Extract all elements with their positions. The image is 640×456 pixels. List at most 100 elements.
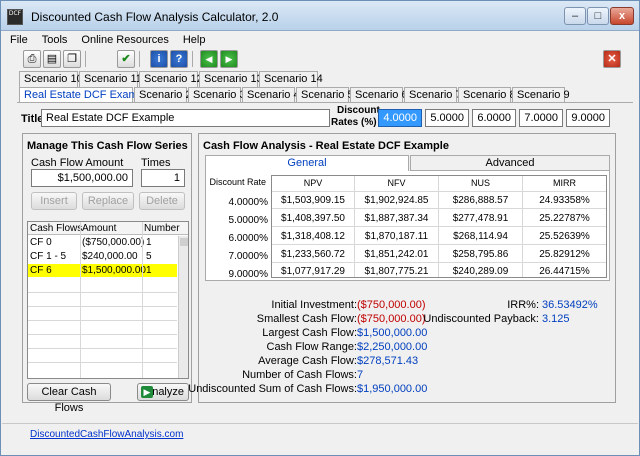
menu-file[interactable]: File [3, 32, 35, 48]
toolbar-separator [192, 51, 193, 67]
back-arrow-icon[interactable]: ◀ [200, 50, 218, 68]
tab-advanced[interactable]: Advanced [410, 155, 610, 171]
grid-line [28, 320, 177, 321]
npv-cell: $1,408,397.50 [281, 213, 345, 224]
payback-label: Undiscounted Payback: [423, 313, 539, 325]
tab-scenario-9[interactable]: Scenario 9 [512, 87, 570, 103]
minimize-button[interactable]: – [564, 7, 586, 25]
tab-scenario-8[interactable]: Scenario 8 [458, 87, 516, 103]
clear-cash-flows-button[interactable]: Clear Cash Flows [27, 383, 111, 414]
tab-scenario-10[interactable]: Scenario 10 [19, 71, 83, 87]
mirr-cell: 26.44715% [539, 266, 590, 277]
toolbar-separator [139, 51, 140, 67]
analysis-heading: Cash Flow Analysis - Real Estate DCF Exa… [203, 140, 449, 152]
menu-help[interactable]: Help [176, 32, 213, 48]
series-panel: Manage This Cash Flow Series Cash Flow A… [22, 133, 192, 414]
print-preview-icon[interactable]: ▤ [43, 50, 61, 68]
summary-label: Undiscounted Sum of Cash Flows: [188, 383, 357, 395]
rate-cell: 4.0000% [228, 197, 268, 208]
list-item-selected[interactable]: CF 6 $1,500,000.00 1 [28, 264, 177, 277]
list-item[interactable]: CF 1 - 5 $240,000.00 5 [28, 250, 177, 263]
times-input[interactable]: 1 [141, 169, 185, 187]
app-window: DCF Discounted Cash Flow Analysis Calcul… [0, 0, 640, 456]
tab-scenario-7[interactable]: Scenario 7 [404, 87, 462, 103]
discount-rate-input-5[interactable]: 9.0000 [566, 109, 610, 127]
list-scrollbar[interactable] [178, 236, 188, 378]
column-header: Amount [82, 223, 117, 234]
analysis-panel: Cash Flow Analysis - Real Estate DCF Exa… [188, 133, 616, 403]
tab-scenario-3[interactable]: Scenario 3 [188, 87, 246, 103]
tab-real-estate-dcf[interactable]: Real Estate DCF Exam ... [19, 87, 150, 103]
discount-rate-input-3[interactable]: 6.0000 [472, 109, 516, 127]
cf-amount: $1,500,000.00 [82, 265, 146, 276]
tab-general[interactable]: General [205, 155, 409, 171]
menu-tools[interactable]: Tools [35, 32, 75, 48]
mirr-cell: 25.22787% [539, 213, 590, 224]
menu-online-resources[interactable]: Online Resources [74, 32, 175, 48]
irr-row: IRR%: [399, 299, 539, 313]
insert-button[interactable]: Insert [31, 192, 77, 210]
rate-cell: 7.0000% [228, 251, 268, 262]
cf-amount: ($750,000.00) [82, 237, 145, 248]
analyze-button[interactable]: ▶ Analyze [137, 383, 189, 401]
nfv-cell: $1,887,387.34 [364, 213, 429, 224]
help-icon[interactable]: ? [170, 50, 188, 68]
tab-scenario-2[interactable]: Scenario 2 [134, 87, 192, 103]
nus-cell: $258,795.86 [452, 249, 509, 260]
tab-scenario-11[interactable]: Scenario 11 [79, 71, 142, 87]
list-item[interactable]: CF 0 ($750,000.00) 1 [28, 236, 177, 249]
amount-label: Cash Flow Amount [31, 157, 124, 169]
summary-label: Average Cash Flow: [258, 355, 357, 367]
summary-row: Average Cash Flow: [199, 355, 357, 369]
website-link[interactable]: DiscountedCashFlowAnalysis.com [30, 429, 183, 440]
series-panel-heading: Manage This Cash Flow Series [27, 140, 188, 152]
summary-label: Smallest Cash Flow: [256, 313, 357, 325]
tab-scenario-14[interactable]: Scenario 14 [259, 71, 323, 87]
print-icon[interactable]: ⎙ [23, 50, 41, 68]
npv-cell: $1,318,408.12 [281, 231, 345, 242]
tab-scenario-12[interactable]: Scenario 12 [139, 71, 203, 87]
grid-line [142, 222, 143, 378]
column-header: NPV [303, 178, 323, 188]
maximize-button[interactable]: □ [587, 7, 609, 25]
general-tab-panel: Discount Rate 4.0000% 5.0000% 6.0000% 7.… [205, 171, 610, 281]
window-title: Discounted Cash Flow Analysis Calculator… [31, 10, 279, 24]
grid-line [28, 348, 177, 349]
discount-rate-input-2[interactable]: 5.0000 [425, 109, 469, 127]
discount-rate-input-1[interactable]: 4.0000 [378, 109, 422, 127]
nfv-cell: $1,870,187.11 [364, 231, 429, 242]
close-button[interactable]: x [610, 7, 634, 25]
forward-arrow-icon[interactable]: ▶ [220, 50, 238, 68]
npv-cell: $1,233,560.72 [281, 249, 345, 260]
copy-icon[interactable]: ❐ [63, 50, 81, 68]
payback-row: Undiscounted Payback: [399, 313, 539, 327]
tab-scenario-13[interactable]: Scenario 13 [199, 71, 263, 87]
tab-scenario-5[interactable]: Scenario 5 [296, 87, 354, 103]
mirr-cell: 24.93358% [539, 195, 590, 206]
scrollbar-thumb[interactable] [180, 238, 188, 246]
exit-icon[interactable]: ✕ [603, 50, 621, 68]
column-header: NUS [470, 178, 490, 188]
replace-button[interactable]: Replace [82, 192, 134, 210]
tab-scenario-4[interactable]: Scenario 4 [242, 87, 300, 103]
grid-line [272, 244, 606, 245]
summary-value: $2,250,000.00 [357, 341, 428, 353]
results-table: NPV NFV NUS MIRR $1,503,909.15 $1,902,92… [271, 175, 607, 278]
summary-row: Initial Investment: [199, 299, 357, 313]
column-header: NFV [387, 178, 406, 188]
cf-number: 1 [146, 265, 152, 276]
title-input[interactable]: Real Estate DCF Example [41, 109, 330, 127]
title-bar[interactable]: DCF Discounted Cash Flow Analysis Calcul… [1, 1, 639, 31]
payback-value: 3.125 [542, 313, 570, 325]
cf-name: CF 1 - 5 [30, 251, 67, 262]
summary-value: $278,571.43 [357, 355, 419, 367]
check-icon[interactable]: ✔ [117, 50, 135, 68]
summary-row: Number of Cash Flows: [199, 369, 357, 383]
times-label: Times [141, 157, 171, 169]
info-icon[interactable]: i [150, 50, 168, 68]
tab-scenario-6[interactable]: Scenario 6 [350, 87, 408, 103]
delete-button[interactable]: Delete [139, 192, 185, 210]
amount-input[interactable]: $1,500,000.00 [31, 169, 133, 187]
discount-rate-input-4[interactable]: 7.0000 [519, 109, 563, 127]
grid-line [272, 191, 606, 192]
